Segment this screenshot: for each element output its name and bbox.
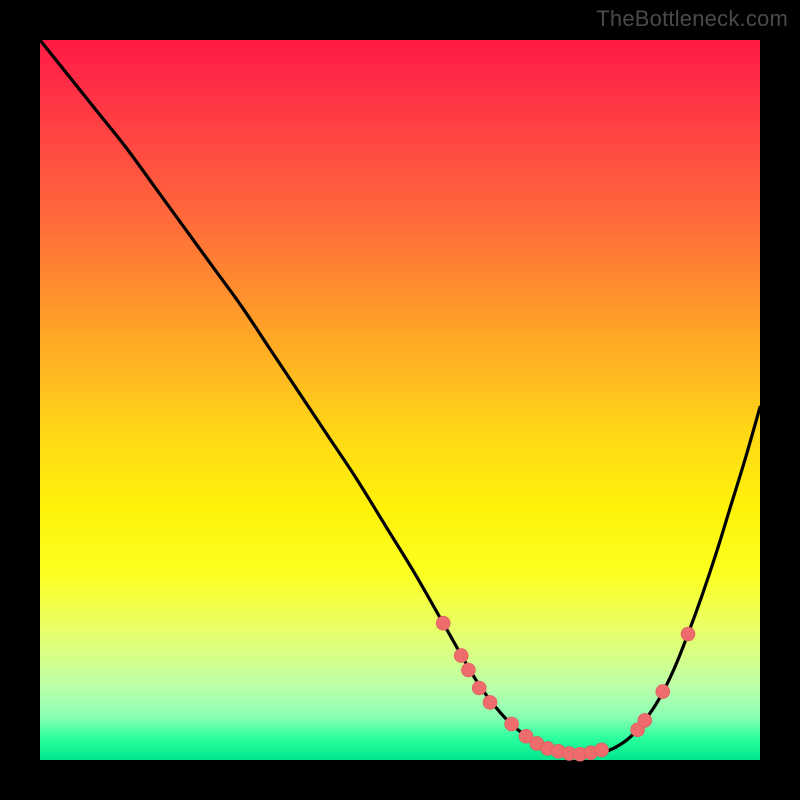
data-marker (436, 616, 450, 630)
plot-area (40, 40, 760, 760)
data-marker (595, 743, 609, 757)
data-marker (638, 713, 652, 727)
data-marker (454, 649, 468, 663)
markers-group (436, 616, 695, 761)
attribution-label: TheBottleneck.com (596, 6, 788, 32)
data-marker (505, 717, 519, 731)
data-marker (461, 663, 475, 677)
data-marker (681, 627, 695, 641)
chart-stage: TheBottleneck.com (0, 0, 800, 800)
data-marker (483, 695, 497, 709)
curve-layer (40, 40, 760, 760)
data-marker (472, 681, 486, 695)
bottleneck-curve (40, 40, 760, 755)
data-marker (656, 685, 670, 699)
